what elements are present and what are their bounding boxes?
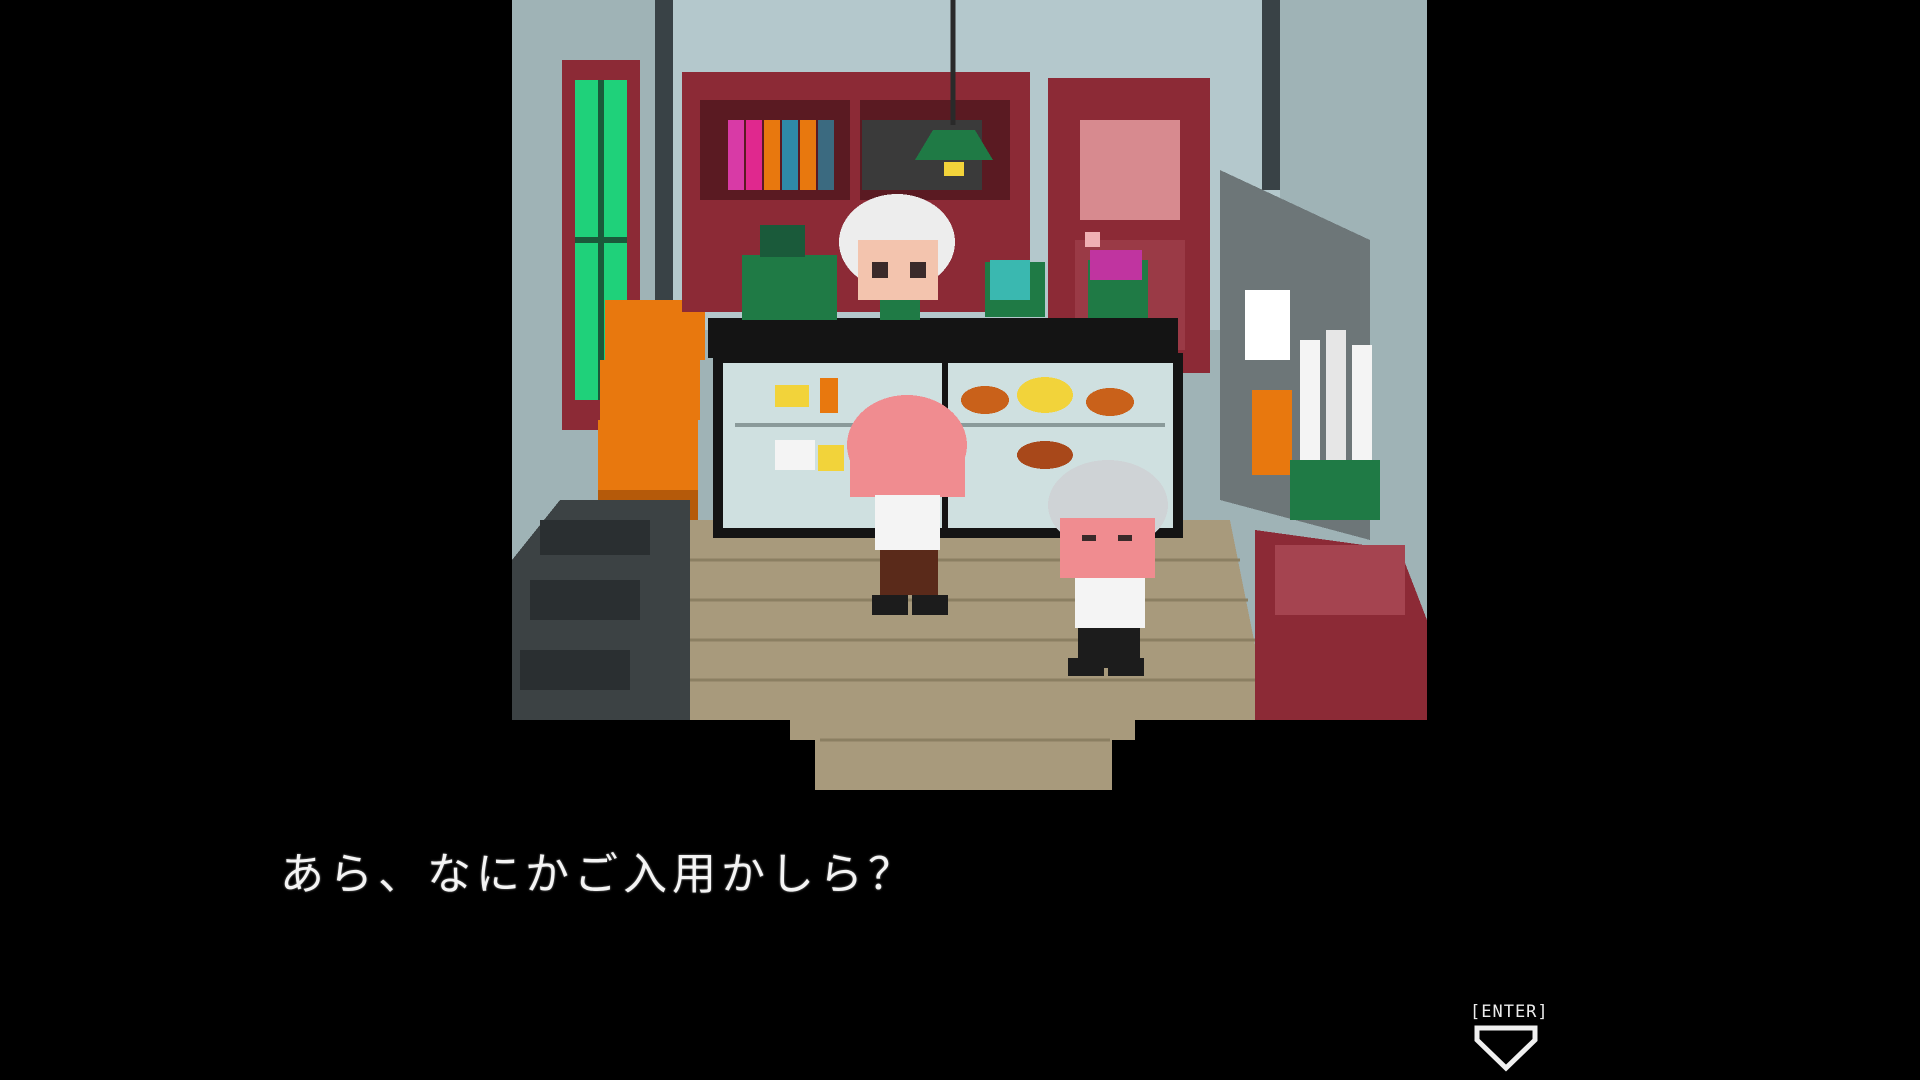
shop-room (512, 0, 1427, 790)
dialogue-text: あら、なにかご入用かしら？ (280, 849, 917, 900)
game-scene (512, 0, 1427, 790)
cash-register (742, 255, 837, 320)
paper-rolls (1300, 330, 1372, 470)
display-counter-top (708, 318, 1178, 358)
left-pillar (655, 0, 673, 300)
orange-box (600, 360, 700, 420)
down-arrow-icon (1474, 1025, 1538, 1072)
enter-prompt[interactable]: [ENTER] (1470, 1002, 1549, 1072)
enter-label: [ENTER] (1470, 1002, 1549, 1022)
orange-box (598, 420, 698, 490)
right-pillar (1262, 0, 1280, 190)
